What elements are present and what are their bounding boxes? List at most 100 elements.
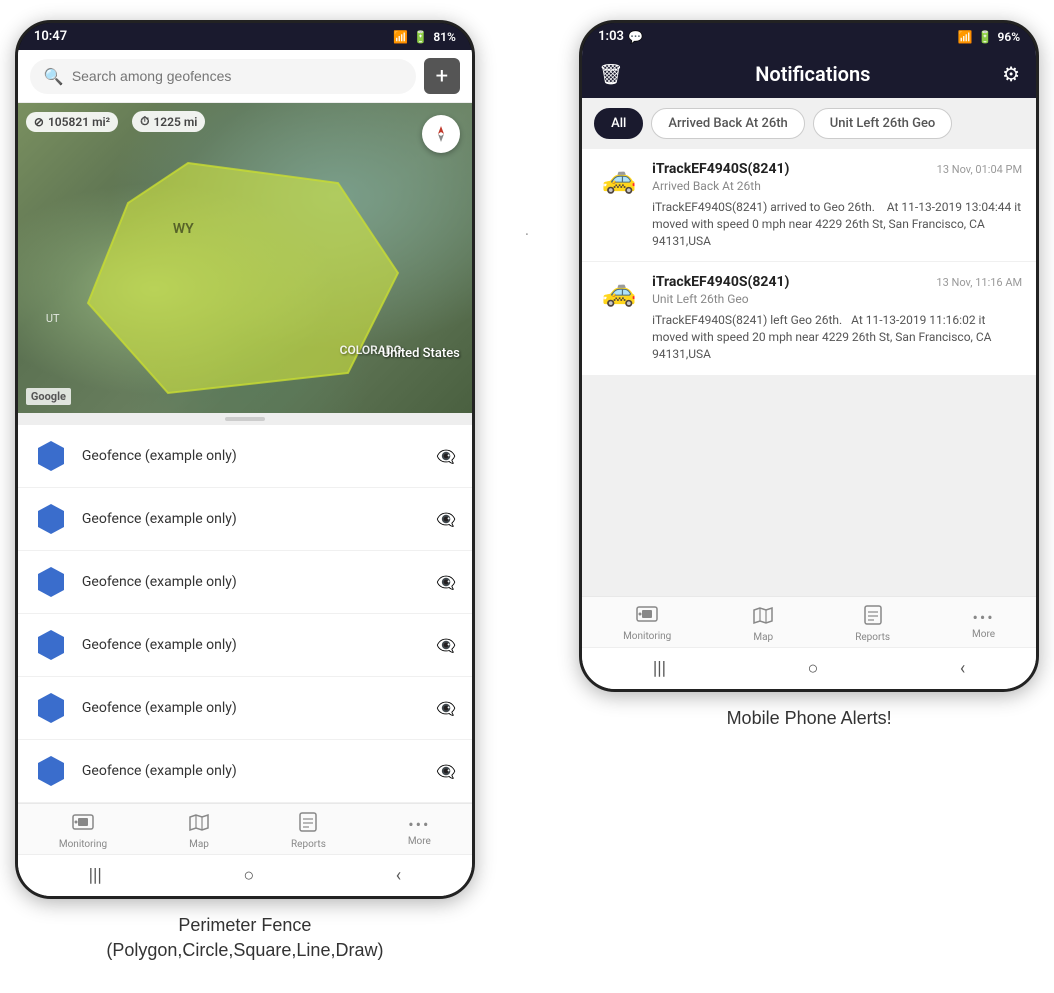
visibility-icon[interactable]: 👁️‍🗨️ bbox=[436, 762, 456, 781]
phone1-time: 10:47 bbox=[34, 29, 67, 44]
scroll-indicator bbox=[18, 413, 472, 425]
geofence-label: Geofence (example only) bbox=[82, 511, 422, 527]
add-geofence-button[interactable]: + bbox=[424, 58, 460, 94]
notif2-event: Unit Left 26th Geo bbox=[652, 292, 1022, 306]
notif1-main: iTrackEF4940S(8241) 13 Nov, 01:04 PM Arr… bbox=[652, 161, 1022, 195]
visibility-icon[interactable]: 👁️‍🗨️ bbox=[436, 573, 456, 592]
state-label-wy: WY bbox=[173, 221, 194, 237]
geofence-label: Geofence (example only) bbox=[82, 448, 422, 464]
list-item[interactable]: Geofence (example only) 👁️‍🗨️ bbox=[18, 488, 472, 551]
phone2-status-right: 📶 🔋 96% bbox=[958, 30, 1020, 44]
list-item[interactable]: Geofence (example only) 👁️‍🗨️ bbox=[18, 677, 472, 740]
list-item[interactable]: Geofence (example only) 👁️‍🗨️ bbox=[18, 740, 472, 803]
geofence-list: Geofence (example only) 👁️‍🗨️ Geofence (… bbox=[18, 425, 472, 803]
nav-more-label: More bbox=[408, 836, 431, 847]
geofence-icon bbox=[34, 754, 68, 788]
nav-reports-label: Reports bbox=[291, 839, 326, 850]
geofence-label: Geofence (example only) bbox=[82, 700, 422, 716]
nav2-reports[interactable]: Reports bbox=[855, 605, 890, 643]
nav2-reports-label: Reports bbox=[855, 632, 890, 643]
nav-map[interactable]: Map bbox=[189, 812, 209, 850]
geofence-icon bbox=[34, 565, 68, 599]
android-back-btn[interactable]: ‹ bbox=[396, 865, 401, 886]
notifications-list: 🚕 iTrackEF4940S(8241) 13 Nov, 01:04 PM A… bbox=[582, 149, 1036, 376]
notif2-device: iTrackEF4940S(8241) bbox=[652, 274, 789, 290]
state-label-ut: UT bbox=[46, 312, 60, 325]
phone1-status-bar: 10:47 📶 🔋 81% bbox=[18, 23, 472, 50]
notif2-top: iTrackEF4940S(8241) 13 Nov, 11:16 AM bbox=[652, 274, 1022, 290]
notification-item[interactable]: 🚕 iTrackEF4940S(8241) 13 Nov, 11:16 AM U… bbox=[582, 262, 1036, 375]
nav2-map-label: Map bbox=[753, 632, 773, 643]
geofence-icon bbox=[34, 628, 68, 662]
map-icon bbox=[189, 812, 209, 837]
nav-more[interactable]: ••• More bbox=[408, 815, 431, 847]
geofence-icon bbox=[34, 439, 68, 473]
reports2-icon bbox=[864, 605, 882, 630]
phone2-container: 1:03 💬 📶 🔋 96% 🗑 Notifications ⚙ bbox=[579, 20, 1039, 731]
phone2-battery: 96% bbox=[998, 30, 1021, 44]
notifications-title: Notifications bbox=[640, 62, 987, 86]
geofence-icon bbox=[34, 502, 68, 536]
area-icon: ⊘ bbox=[34, 115, 44, 129]
map-area: ⊘ 105821 mi² ⏱ 1225 mi WY COL bbox=[18, 103, 472, 413]
android-home-btn[interactable]: ○ bbox=[243, 865, 254, 886]
android2-recent-btn[interactable]: ||| bbox=[653, 658, 666, 679]
chat-icon: 💬 bbox=[628, 30, 643, 44]
map-distance-stat: ⏱ 1225 mi bbox=[132, 111, 205, 132]
search-bar: 🔍 + bbox=[18, 50, 472, 103]
search-container[interactable]: 🔍 bbox=[30, 59, 416, 94]
delete-icon[interactable]: 🗑 bbox=[598, 62, 623, 86]
nav-monitoring-label: Monitoring bbox=[59, 839, 107, 850]
visibility-icon[interactable]: 👁️‍🗨️ bbox=[436, 699, 456, 718]
phone2-time: 1:03 bbox=[598, 29, 624, 44]
nav2-more-label: More bbox=[972, 629, 995, 640]
list-item[interactable]: Geofence (example only) 👁️‍🗨️ bbox=[18, 425, 472, 488]
phone1-body: 🔍 + ⊘ 105821 mi² ⏱ bbox=[18, 50, 472, 896]
settings-icon[interactable]: ⚙ bbox=[1002, 62, 1020, 86]
visibility-icon[interactable]: 👁️‍🗨️ bbox=[436, 510, 456, 529]
map-country-label: United States bbox=[382, 346, 460, 361]
nav-reports[interactable]: Reports bbox=[291, 812, 326, 850]
nav2-more[interactable]: ••• More bbox=[972, 608, 995, 640]
search-input[interactable] bbox=[72, 68, 402, 84]
nav2-monitoring[interactable]: Monitoring bbox=[623, 605, 671, 642]
list-item[interactable]: Geofence (example only) 👁️‍🗨️ bbox=[18, 614, 472, 677]
nav2-map[interactable]: Map bbox=[753, 605, 773, 643]
phone1: 10:47 📶 🔋 81% 🔍 + bbox=[15, 20, 475, 899]
notif2-main: iTrackEF4940S(8241) 13 Nov, 11:16 AM Uni… bbox=[652, 274, 1022, 308]
visibility-icon[interactable]: 👁️‍🗨️ bbox=[436, 447, 456, 466]
car-icon: 🚕 bbox=[596, 274, 642, 308]
nav-monitoring[interactable]: Monitoring bbox=[59, 813, 107, 850]
notif2-body: iTrackEF4940S(8241) left Geo 26th. At 11… bbox=[596, 312, 1022, 362]
android-recent-btn[interactable]: ||| bbox=[89, 865, 102, 886]
nav-map-label: Map bbox=[189, 839, 209, 850]
timer-icon: ⏱ bbox=[140, 114, 149, 129]
android2-back-btn[interactable]: ‹ bbox=[960, 658, 965, 679]
car-icon: 🚕 bbox=[596, 161, 642, 195]
filter-tab-all[interactable]: All bbox=[594, 108, 643, 139]
list-item[interactable]: Geofence (example only) 👁️‍🗨️ bbox=[18, 551, 472, 614]
android2-home-btn[interactable]: ○ bbox=[808, 658, 819, 679]
caption-right: Mobile Phone Alerts! bbox=[727, 708, 892, 728]
monitoring2-icon bbox=[636, 605, 658, 629]
phone1-battery: 81% bbox=[433, 30, 456, 44]
filter-tabs: All Arrived Back At 26th Unit Left 26th … bbox=[582, 98, 1036, 149]
notif-empty-area bbox=[582, 376, 1036, 596]
google-logo: Google bbox=[26, 388, 71, 405]
notif2-header: 🚕 iTrackEF4940S(8241) 13 Nov, 11:16 AM U… bbox=[596, 274, 1022, 308]
phone1-status-right: 📶 🔋 81% bbox=[393, 30, 455, 44]
notif2-time: 13 Nov, 11:16 AM bbox=[936, 276, 1022, 289]
phone2-caption: Mobile Phone Alerts! bbox=[727, 706, 892, 731]
geofence-icon bbox=[34, 691, 68, 725]
notif1-header: 🚕 iTrackEF4940S(8241) 13 Nov, 01:04 PM A… bbox=[596, 161, 1022, 195]
visibility-icon[interactable]: 👁️‍🗨️ bbox=[436, 636, 456, 655]
filter-tab-arrived[interactable]: Arrived Back At 26th bbox=[651, 108, 804, 139]
filter-tab-left[interactable]: Unit Left 26th Geo bbox=[813, 108, 953, 139]
phone2-body: 🗑 Notifications ⚙ All Arrived Back At 26… bbox=[582, 50, 1036, 689]
map-compass-button[interactable] bbox=[422, 115, 460, 153]
nav2-monitoring-label: Monitoring bbox=[623, 631, 671, 642]
notification-item[interactable]: 🚕 iTrackEF4940S(8241) 13 Nov, 01:04 PM A… bbox=[582, 149, 1036, 262]
notif1-top: iTrackEF4940S(8241) 13 Nov, 01:04 PM bbox=[652, 161, 1022, 177]
phone2: 1:03 💬 📶 🔋 96% 🗑 Notifications ⚙ bbox=[579, 20, 1039, 692]
reports-icon bbox=[299, 812, 317, 837]
